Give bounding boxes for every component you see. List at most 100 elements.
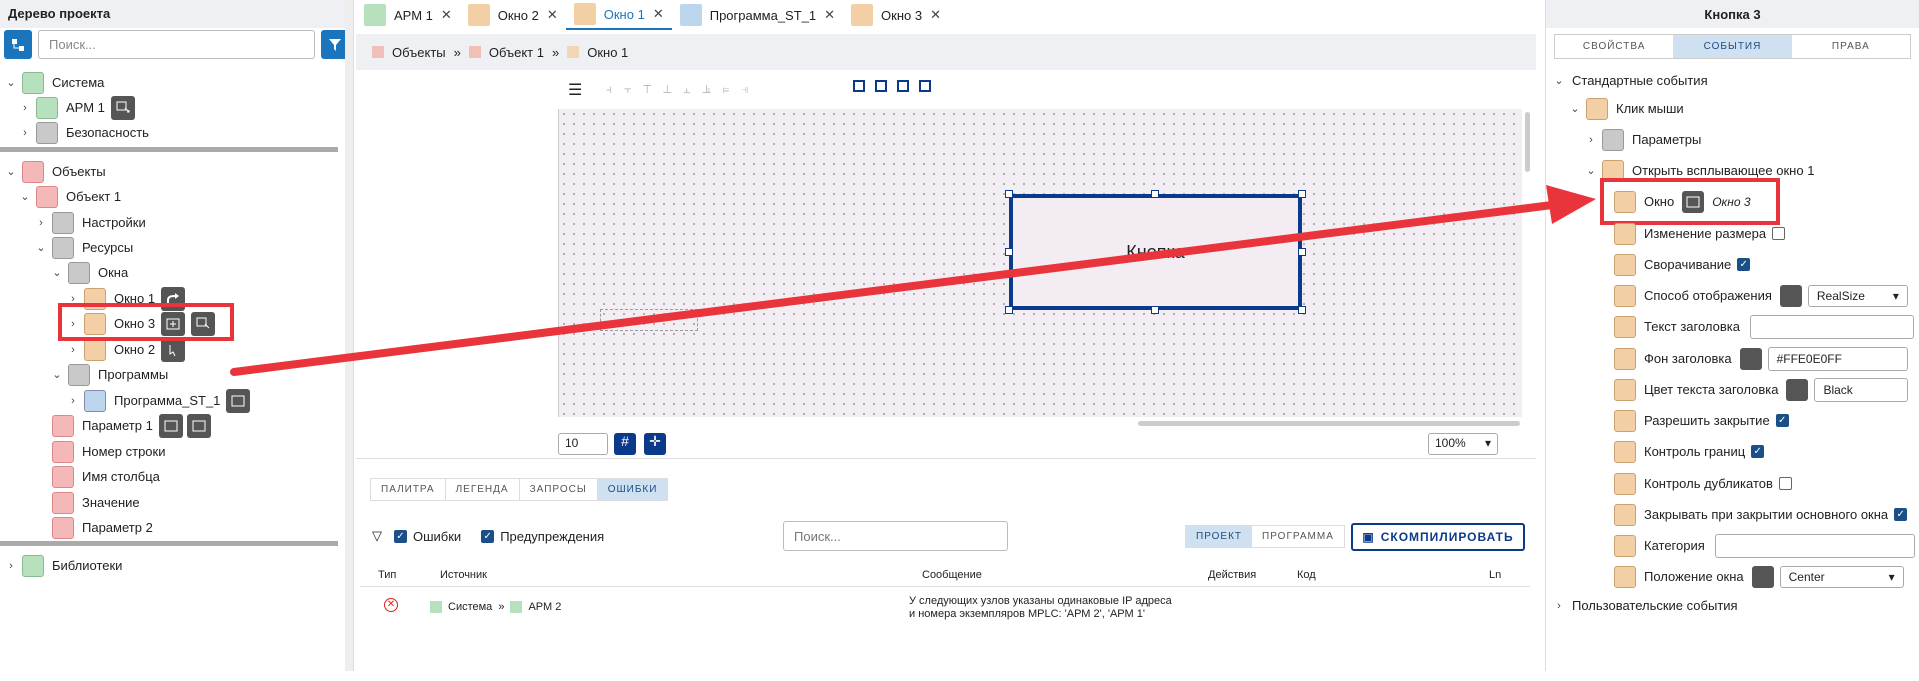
open-window-badge-icon[interactable] — [158, 413, 183, 438]
prop-resize[interactable]: Изменение размера — [1610, 218, 1786, 249]
document-icon[interactable] — [1751, 565, 1774, 588]
tree-label: Библиотеки — [52, 558, 123, 573]
tree-search-input[interactable]: Поиск... — [38, 30, 315, 59]
window-position-select[interactable]: Center ▾ — [1779, 565, 1904, 588]
grid-size-input[interactable]: 10 — [558, 433, 608, 455]
link-badge-icon[interactable] — [110, 95, 135, 120]
tree-label: Параметр 2 — [82, 520, 153, 535]
layer-tools[interactable] — [853, 80, 931, 92]
resize-handle[interactable] — [1151, 190, 1159, 198]
tree-item-libraries[interactable]: › Библиотеки — [4, 550, 122, 581]
backward-icon[interactable] — [919, 80, 931, 92]
header-bg-input[interactable]: #FFE0E0FF — [1767, 346, 1908, 371]
cursor-badge-icon[interactable] — [161, 337, 186, 362]
close-icon[interactable]: ✕ — [441, 7, 452, 23]
close-icon[interactable]: ✕ — [930, 7, 941, 23]
send-back-icon[interactable] — [875, 80, 887, 92]
tab-queries[interactable]: ЗАПРОСЫ — [518, 478, 598, 501]
tab-errors[interactable]: ОШИБКИ — [596, 478, 669, 501]
tab-program-st1[interactable]: Программа_ST_1 ✕ — [672, 0, 843, 30]
close-icon[interactable]: ✕ — [824, 7, 835, 23]
table-row[interactable]: ✕ Система » АРМ 2 У следующих узлов указан… — [360, 590, 1530, 628]
tab-palette[interactable]: ПАЛИТРА — [370, 478, 446, 501]
resize-handle[interactable] — [1005, 190, 1013, 198]
open-window-badge-icon[interactable] — [226, 388, 251, 413]
allow-close-checkbox[interactable]: ✓ — [1775, 414, 1789, 427]
mouse-click-event[interactable]: ⌄ Клик мыши — [1568, 93, 1684, 124]
bring-front-icon[interactable] — [853, 80, 865, 92]
prop-bounds[interactable]: Контроль границ ✓ — [1610, 436, 1765, 467]
toggle-program[interactable]: ПРОГРАММА — [1252, 526, 1344, 547]
prop-window-position[interactable]: Положение окна Center ▾ — [1610, 561, 1904, 592]
scrollbar[interactable] — [345, 0, 353, 671]
tab-properties[interactable]: СВОЙСТВА — [1555, 35, 1673, 58]
grid-toggle-icon[interactable]: # — [614, 433, 636, 455]
tree-view-button[interactable] — [4, 30, 32, 59]
document-icon[interactable] — [1779, 284, 1802, 307]
errors-search-input[interactable]: Поиск... — [783, 521, 1008, 551]
std-events-group[interactable]: ⌄ Стандартные события — [1552, 65, 1707, 96]
prop-category[interactable]: Категория — [1610, 530, 1915, 561]
bounds-checkbox[interactable]: ✓ — [1751, 445, 1765, 458]
tab-window3[interactable]: Окно 3 ✕ — [843, 0, 949, 30]
dashed-placeholder[interactable] — [600, 309, 698, 331]
filter-icon[interactable]: ▽ — [372, 528, 382, 544]
tab-arm1[interactable]: АРМ 1 ✕ — [356, 0, 460, 30]
tree-item-param2[interactable]: Параметр 2 — [34, 512, 153, 543]
snap-icon[interactable]: ✛ — [644, 433, 666, 455]
link-window-badge-icon[interactable] — [186, 413, 211, 438]
user-events-group[interactable]: › Пользовательские события — [1552, 590, 1737, 621]
resize-handle[interactable] — [1298, 248, 1306, 256]
duplicates-checkbox[interactable] — [1778, 477, 1792, 490]
resize-handle[interactable] — [1151, 306, 1159, 314]
prop-header-text[interactable]: Текст заголовка — [1610, 311, 1915, 342]
tree-item-security[interactable]: › Безопасность — [18, 117, 149, 148]
prop-display-mode[interactable]: Способ отображения RealSize ▾ — [1610, 280, 1908, 311]
breadcrumb-item[interactable]: Объект 1 — [489, 45, 544, 60]
errors-checkbox[interactable]: ✓ — [394, 529, 407, 543]
minimize-checkbox[interactable]: ✓ — [1737, 258, 1751, 271]
canvas-vscroll[interactable] — [1525, 112, 1530, 172]
close-with-main-checkbox[interactable]: ✓ — [1894, 508, 1908, 521]
prop-close-with-main[interactable]: Закрывать при закрытии основного окна ✓ — [1610, 499, 1908, 530]
breadcrumb-item[interactable]: Объекты — [392, 45, 446, 60]
prop-header-bg[interactable]: Фон заголовка #FFE0E0FF — [1610, 343, 1908, 374]
document-icon[interactable] — [1786, 378, 1809, 401]
tab-rights[interactable]: ПРАВА — [1792, 35, 1910, 58]
prop-duplicates[interactable]: Контроль дубликатов — [1610, 468, 1792, 499]
tab-window2[interactable]: Окно 2 ✕ — [460, 0, 566, 30]
toggle-project[interactable]: ПРОЕКТ — [1186, 526, 1253, 547]
resize-handle[interactable] — [1298, 190, 1306, 198]
tab-legend[interactable]: ЛЕГЕНДА — [444, 478, 520, 501]
forward-icon[interactable] — [897, 80, 909, 92]
canvas-hscroll[interactable] — [1138, 421, 1520, 426]
header-text-input[interactable] — [1750, 314, 1915, 339]
resize-handle[interactable] — [1005, 306, 1013, 314]
source-item[interactable]: АРМ 2 — [528, 601, 561, 613]
close-icon[interactable]: ✕ — [653, 6, 664, 22]
source-item[interactable]: Система — [448, 601, 492, 613]
resize-checkbox[interactable] — [1772, 227, 1786, 240]
breadcrumb-item[interactable]: Окно 1 — [587, 45, 628, 60]
display-mode-select[interactable]: RealSize ▾ — [1807, 284, 1908, 307]
window-icon — [84, 338, 106, 361]
menu-icon[interactable]: ☰ — [568, 80, 582, 100]
tab-events[interactable]: СОБЫТИЯ — [1673, 35, 1792, 58]
document-icon[interactable] — [1739, 347, 1762, 370]
workstation-icon — [36, 96, 58, 119]
header-color-input[interactable]: Black — [1814, 377, 1909, 402]
align-tools[interactable]: ⫞⫟⊤⊥⫠⫡⫢⫣ — [606, 82, 761, 97]
params-item[interactable]: › Параметры — [1584, 124, 1701, 155]
warnings-checkbox[interactable]: ✓ — [481, 529, 495, 543]
prop-header-color[interactable]: Цвет текста заголовка Black — [1610, 374, 1909, 405]
category-input[interactable] — [1714, 533, 1915, 558]
prop-minimize[interactable]: Сворачивание ✓ — [1610, 249, 1751, 280]
canvas-button[interactable]: Кнопка — [1009, 194, 1302, 310]
zoom-select[interactable]: 100% ▾ — [1428, 433, 1498, 455]
compile-button[interactable]: ▣ СКОМПИЛИРОВАТЬ — [1351, 523, 1525, 551]
resize-handle[interactable] — [1298, 306, 1306, 314]
resize-handle[interactable] — [1005, 248, 1013, 256]
prop-allow-close[interactable]: Разрешить закрытие ✓ — [1610, 405, 1789, 436]
tab-window1[interactable]: Окно 1 ✕ — [565, 0, 672, 30]
close-icon[interactable]: ✕ — [547, 7, 558, 23]
